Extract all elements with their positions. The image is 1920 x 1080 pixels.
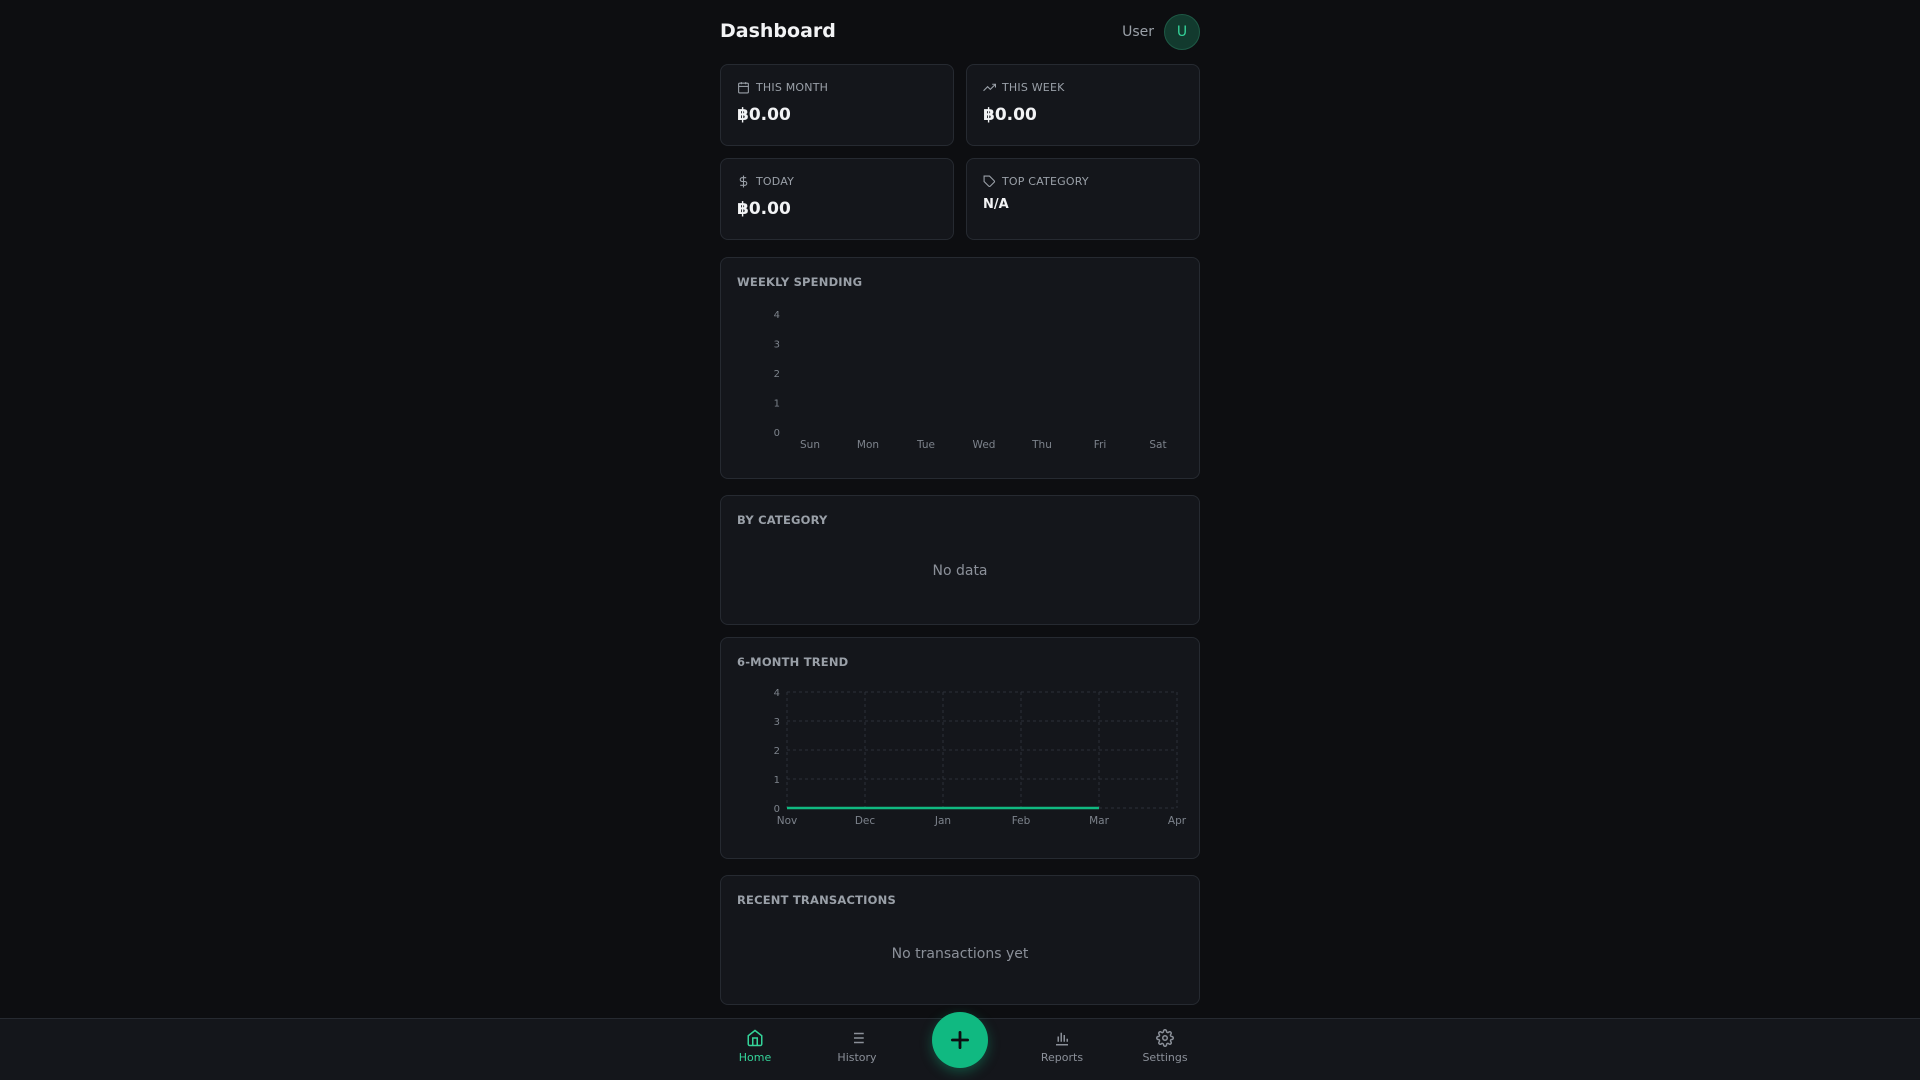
x-tick-label: Wed [973,439,996,451]
stat-value: ฿0.00 [983,105,1037,125]
y-tick-label: 3 [774,340,780,351]
y-tick-label: 0 [774,804,780,815]
stat-label: THIS MONTH [756,81,829,94]
plus-icon [951,1031,969,1049]
stat-card-this-month: THIS MONTH ฿0.00 [720,64,954,146]
x-tick-label: Sun [800,439,820,451]
y-tick-label: 0 [774,428,780,439]
nav-item-history[interactable]: History [817,1029,897,1073]
section-title: RECENT TRANSACTIONS [737,893,896,907]
section-title: BY CATEGORY [737,513,828,527]
stat-card-top-category: TOP CATEGORY N/A [966,158,1200,240]
recent-transactions-card: RECENT TRANSACTIONS No transactions yet [720,875,1200,1005]
stat-label: TODAY [756,175,795,188]
y-tick-label: 4 [774,310,780,321]
x-tick-label: Sat [1149,439,1166,451]
section-title: WEEKLY SPENDING [737,275,863,289]
page-title: Dashboard [720,20,836,42]
nav-label: Home [738,1051,772,1064]
add-transaction-button[interactable] [932,1012,988,1068]
home-icon [747,1029,763,1047]
nav-item-settings[interactable]: Settings [1125,1029,1205,1073]
tag-icon [983,175,995,187]
x-tick-label: Jan [934,815,951,827]
stat-value: N/A [983,197,1009,212]
y-tick-label: 4 [774,688,780,699]
list-icon [850,1032,864,1044]
stat-card-this-week: THIS WEEK ฿0.00 [966,64,1200,146]
x-tick-label: Nov [777,815,798,827]
weekly-spending-chart: 0 1 2 3 4 Sun Mon Tue Wed Thu Fri Sat [774,310,1167,451]
x-tick-label: Tue [916,439,935,451]
nav-item-home[interactable]: Home [715,1029,795,1073]
section-title: 6-MONTH TREND [737,655,849,669]
x-tick-label: Apr [1168,815,1187,827]
empty-message: No data [932,563,988,579]
stat-value: ฿0.00 [737,105,791,125]
y-tick-label: 1 [774,399,780,410]
stat-label: THIS WEEK [1002,81,1065,94]
empty-message: No transactions yet [891,946,1029,962]
y-tick-label: 3 [774,717,780,728]
trend-card: 6-MONTH TREND 0 1 2 3 4 Nov Dec Jan Feb Mar Apr [720,637,1200,859]
nav-item-reports[interactable]: Reports [1022,1029,1102,1073]
y-tick-label: 2 [774,369,780,380]
y-tick-label: 2 [774,746,780,757]
x-tick-label: Mon [857,439,879,451]
x-tick-label: Dec [855,815,876,827]
x-tick-label: Fri [1094,439,1107,451]
trend-chart: 0 1 2 3 4 Nov Dec Jan Feb Mar Apr [774,688,1187,827]
user-menu[interactable]: User U [1122,14,1200,50]
bar-chart-icon [1056,1032,1068,1046]
x-tick-label: Mar [1089,815,1109,827]
gear-icon [1156,1029,1174,1047]
stat-card-today: TODAY ฿0.00 [720,158,954,240]
trending-up-icon [983,83,996,92]
stat-label: TOP CATEGORY [1002,175,1089,188]
by-category-card: BY CATEGORY No data [720,495,1200,625]
y-tick-label: 1 [774,775,780,786]
nav-label: History [837,1051,877,1064]
dollar-icon [739,175,748,188]
stat-value: ฿0.00 [737,199,791,219]
weekly-spending-card: WEEKLY SPENDING 0 1 2 3 4 Sun Mon Tue Wed Thu Fri S… [720,257,1200,479]
x-tick-label: Feb [1012,815,1031,827]
avatar[interactable]: U [1164,14,1200,50]
nav-label: Reports [1040,1051,1084,1064]
x-tick-label: Thu [1031,439,1052,451]
calendar-icon [738,82,749,94]
user-name: User [1122,24,1154,40]
nav-label: Settings [1142,1051,1188,1064]
header: Dashboard User U [720,14,1200,52]
